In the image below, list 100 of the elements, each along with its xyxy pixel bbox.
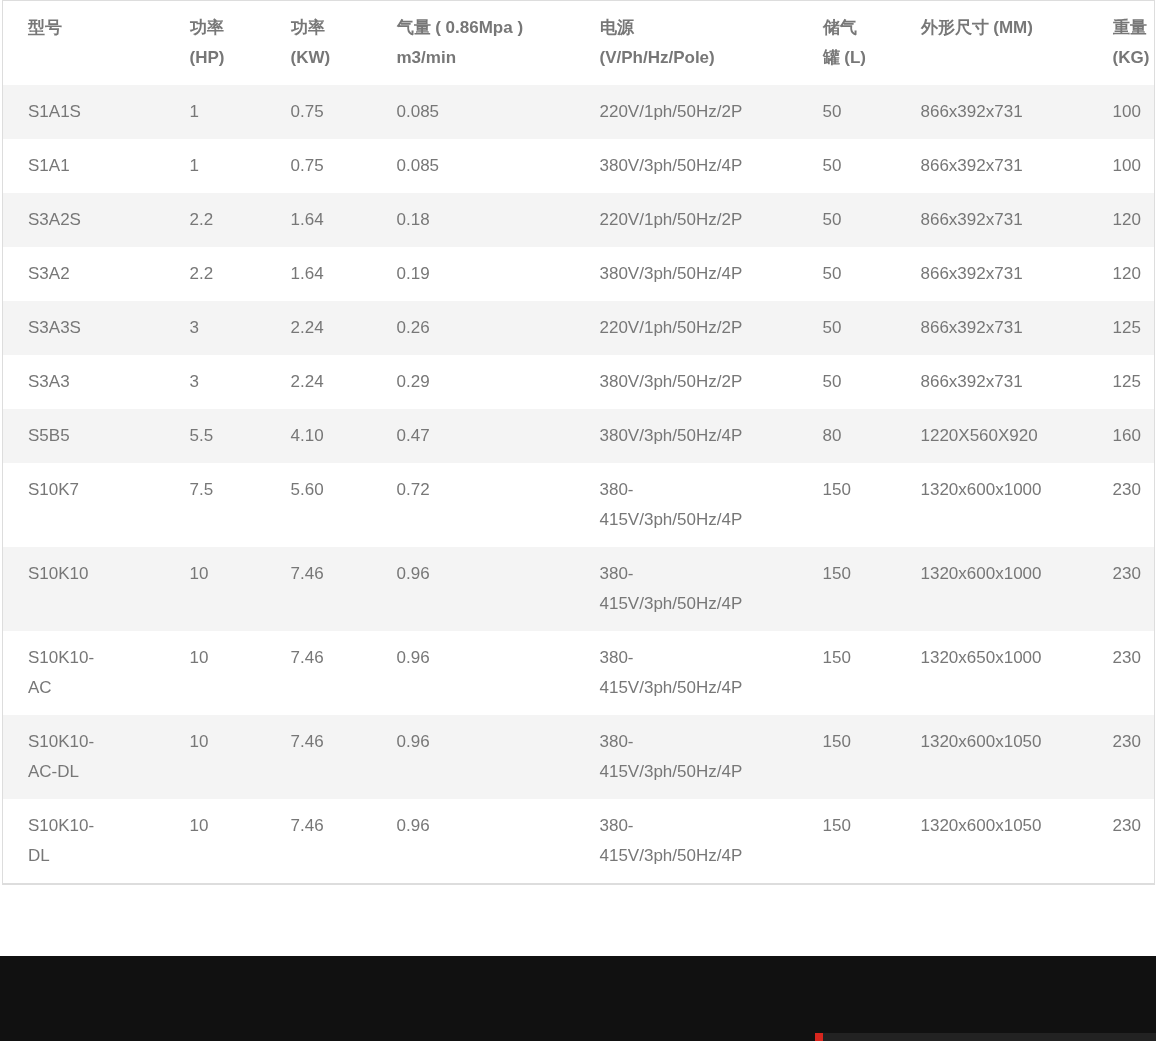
column-header: 储气罐 (L) xyxy=(797,0,896,85)
table-cell: 866x392x731 xyxy=(895,85,1088,139)
table-cell: 220V/1ph/50Hz/2P xyxy=(574,193,798,247)
column-header: 电源 (V/Ph/Hz/Pole) xyxy=(574,0,798,85)
table-cell: 7.46 xyxy=(265,715,372,799)
table-cell: 5.5 xyxy=(164,409,266,463)
table-cell: 1 xyxy=(164,85,266,139)
table-cell: S1A1 xyxy=(2,139,165,193)
column-header: 功率 (KW) xyxy=(265,0,372,85)
table-cell: 0.96 xyxy=(371,631,575,715)
table-cell: 0.75 xyxy=(265,85,372,139)
table-cell: S10K10 xyxy=(2,547,165,631)
table-cell: 50 xyxy=(797,247,896,301)
table-cell: 150 xyxy=(797,799,896,884)
table-cell: 380-415V/3ph/50Hz/4P xyxy=(574,631,798,715)
table-cell: S3A3S xyxy=(2,301,165,355)
table-cell: 380V/3ph/50Hz/4P xyxy=(574,247,798,301)
table-cell: 230 xyxy=(1087,547,1155,631)
table-cell: 7.46 xyxy=(265,547,372,631)
table-cell: 230 xyxy=(1087,463,1155,547)
table-cell: 0.26 xyxy=(371,301,575,355)
table-cell: S3A2 xyxy=(2,247,165,301)
table-cell: 1320x600x1000 xyxy=(895,547,1088,631)
table-cell: 100 xyxy=(1087,139,1155,193)
table-cell: 100 xyxy=(1087,85,1155,139)
table-cell: 0.96 xyxy=(371,547,575,631)
table-cell: 380-415V/3ph/50Hz/4P xyxy=(574,463,798,547)
table-cell: 2.2 xyxy=(164,193,266,247)
table-cell: 1320x650x1000 xyxy=(895,631,1088,715)
column-header: 功率 (HP) xyxy=(164,0,266,85)
table-cell: 0.47 xyxy=(371,409,575,463)
table-cell: S3A3 xyxy=(2,355,165,409)
table-cell: 220V/1ph/50Hz/2P xyxy=(574,301,798,355)
table-cell: 120 xyxy=(1087,247,1155,301)
table-cell: 10 xyxy=(164,631,266,715)
table-cell: 1 xyxy=(164,139,266,193)
table-cell: 3 xyxy=(164,301,266,355)
table-cell: 866x392x731 xyxy=(895,193,1088,247)
table-cell: 2.24 xyxy=(265,355,372,409)
table-cell: 230 xyxy=(1087,631,1155,715)
table-cell: 50 xyxy=(797,85,896,139)
table-cell: 866x392x731 xyxy=(895,301,1088,355)
table-cell: 380-415V/3ph/50Hz/4P xyxy=(574,799,798,884)
table-cell: S3A2S xyxy=(2,193,165,247)
table-cell: S10K7 xyxy=(2,463,165,547)
table-cell: 866x392x731 xyxy=(895,139,1088,193)
table-cell: S10K10-AC xyxy=(2,631,165,715)
table-cell: 50 xyxy=(797,139,896,193)
table-cell: 1320x600x1050 xyxy=(895,799,1088,884)
table-cell: 7.5 xyxy=(164,463,266,547)
table-cell: 0.085 xyxy=(371,85,575,139)
table-cell: 0.29 xyxy=(371,355,575,409)
table-cell: 50 xyxy=(797,193,896,247)
table-cell: 0.085 xyxy=(371,139,575,193)
table-cell: 380V/3ph/50Hz/4P xyxy=(574,409,798,463)
table-cell: 380-415V/3ph/50Hz/4P xyxy=(574,715,798,799)
table-cell: S10K10-DL xyxy=(2,799,165,884)
table-cell: 125 xyxy=(1087,301,1155,355)
table-cell: 380V/3ph/50Hz/4P xyxy=(574,139,798,193)
table-cell: 7.46 xyxy=(265,799,372,884)
table-cell: 0.18 xyxy=(371,193,575,247)
table-cell: S5B5 xyxy=(2,409,165,463)
table-cell: 0.96 xyxy=(371,799,575,884)
table-cell: 0.96 xyxy=(371,715,575,799)
table-cell: 150 xyxy=(797,547,896,631)
table-cell: 10 xyxy=(164,715,266,799)
table-cell: 1.64 xyxy=(265,193,372,247)
table-cell: 230 xyxy=(1087,715,1155,799)
table-cell: 0.19 xyxy=(371,247,575,301)
table-cell: 866x392x731 xyxy=(895,355,1088,409)
table-cell: 5.60 xyxy=(265,463,372,547)
table-cell: 4.10 xyxy=(265,409,372,463)
table-cell: 0.72 xyxy=(371,463,575,547)
column-header: 型号 xyxy=(2,0,165,85)
table-cell: 7.46 xyxy=(265,631,372,715)
table-cell: 160 xyxy=(1087,409,1155,463)
table-cell: 2.24 xyxy=(265,301,372,355)
table-cell: 10 xyxy=(164,547,266,631)
table-cell: 125 xyxy=(1087,355,1155,409)
table-cell: 1.64 xyxy=(265,247,372,301)
table-cell: 1320x600x1000 xyxy=(895,463,1088,547)
table-cell: 2.2 xyxy=(164,247,266,301)
table-cell: 220V/1ph/50Hz/2P xyxy=(574,85,798,139)
table-cell: 50 xyxy=(797,301,896,355)
table-cell: 230 xyxy=(1087,799,1155,884)
table-cell: 380V/3ph/50Hz/2P xyxy=(574,355,798,409)
table-cell: 120 xyxy=(1087,193,1155,247)
table-cell: 0.75 xyxy=(265,139,372,193)
table-cell: 1220X560X920 xyxy=(895,409,1088,463)
table-cell: 150 xyxy=(797,463,896,547)
table-cell: 380-415V/3ph/50Hz/4P xyxy=(574,547,798,631)
table-cell: 80 xyxy=(797,409,896,463)
table-cell: 150 xyxy=(797,715,896,799)
table-cell: 866x392x731 xyxy=(895,247,1088,301)
column-header: 气量 ( 0.86Mpa ) m3/min xyxy=(371,0,575,85)
table-cell: 10 xyxy=(164,799,266,884)
column-header: 外形尺寸 (MM) xyxy=(895,0,1088,85)
table-cell: 50 xyxy=(797,355,896,409)
table-cell: 1320x600x1050 xyxy=(895,715,1088,799)
table-cell: 150 xyxy=(797,631,896,715)
